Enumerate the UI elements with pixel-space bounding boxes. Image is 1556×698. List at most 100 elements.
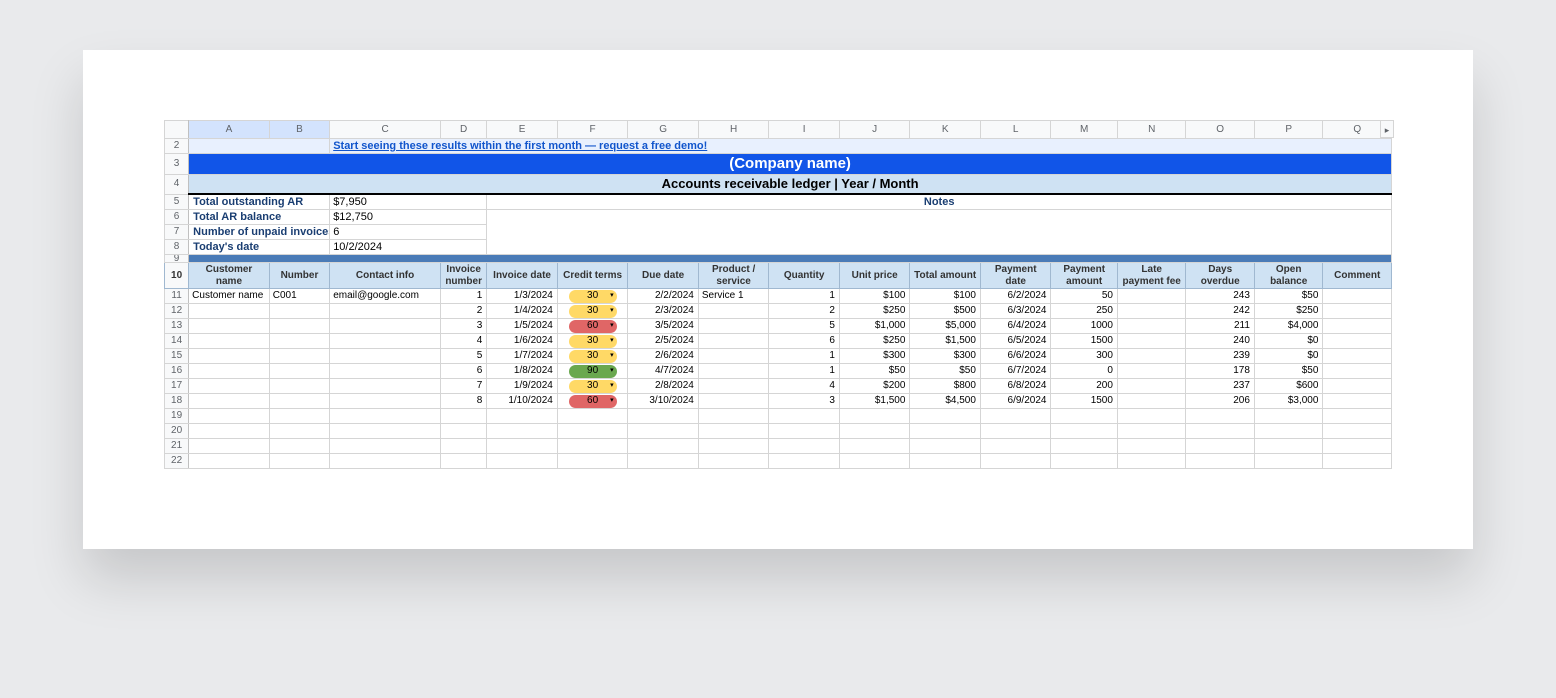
notes-header[interactable]: Notes (487, 194, 1392, 210)
cell-days-overdue[interactable]: 243 (1186, 289, 1255, 304)
cell[interactable] (330, 454, 441, 469)
cell-contact-info[interactable] (330, 394, 441, 409)
cell[interactable] (441, 439, 487, 454)
cell[interactable] (698, 454, 769, 469)
row-header[interactable]: 21 (165, 439, 189, 454)
cell[interactable] (557, 409, 628, 424)
cell-invoice-date[interactable]: 1/6/2024 (487, 334, 558, 349)
cell-open-balance[interactable]: $3,000 (1254, 394, 1323, 409)
cell[interactable] (769, 424, 840, 439)
col-header-P[interactable]: P (1254, 121, 1323, 139)
cell-days-overdue[interactable]: 178 (1186, 364, 1255, 379)
cell-open-balance[interactable]: $0 (1254, 349, 1323, 364)
cell-invoice-number[interactable]: 2 (441, 304, 487, 319)
cell-due-date[interactable]: 2/8/2024 (628, 379, 699, 394)
cell-contact-info[interactable] (330, 304, 441, 319)
cell-invoice-date[interactable]: 1/4/2024 (487, 304, 558, 319)
cell-comment[interactable] (1323, 364, 1392, 379)
unpaid-invoices-label[interactable]: Number of unpaid invoices (189, 225, 330, 240)
cell-invoice-number[interactable]: 8 (441, 394, 487, 409)
cell[interactable] (441, 424, 487, 439)
cell[interactable] (769, 454, 840, 469)
cell-days-overdue[interactable]: 240 (1186, 334, 1255, 349)
cell-comment[interactable] (1323, 334, 1392, 349)
cell-open-balance[interactable]: $50 (1254, 289, 1323, 304)
cell-payment-amount[interactable]: 200 (1051, 379, 1117, 394)
total-outstanding-ar-label[interactable]: Total outstanding AR (189, 194, 330, 210)
cell-invoice-date[interactable]: 1/7/2024 (487, 349, 558, 364)
total-ar-balance-label[interactable]: Total AR balance (189, 210, 330, 225)
cell[interactable] (628, 409, 699, 424)
cell[interactable] (1323, 424, 1392, 439)
cell-total-amount[interactable]: $50 (910, 364, 981, 379)
cell[interactable] (189, 439, 270, 454)
col-header-B[interactable]: B (269, 121, 329, 139)
cell-total-amount[interactable]: $100 (910, 289, 981, 304)
cell-number[interactable] (269, 379, 329, 394)
cell-invoice-date[interactable]: 1/10/2024 (487, 394, 558, 409)
row-header[interactable]: 11 (165, 289, 189, 304)
cell-unit-price[interactable]: $250 (839, 304, 910, 319)
cell-late-payment-fee[interactable] (1117, 349, 1186, 364)
row-header[interactable]: 16 (165, 364, 189, 379)
cell-invoice-number[interactable]: 5 (441, 349, 487, 364)
cell[interactable] (189, 139, 330, 154)
cell-comment[interactable] (1323, 289, 1392, 304)
row-header[interactable]: 12 (165, 304, 189, 319)
todays-date-label[interactable]: Today's date (189, 240, 330, 255)
cell-late-payment-fee[interactable] (1117, 319, 1186, 334)
cell[interactable] (1254, 409, 1323, 424)
cell-contact-info[interactable] (330, 349, 441, 364)
cell[interactable] (557, 454, 628, 469)
cell-credit-terms[interactable]: 90▾ (557, 364, 628, 379)
cell[interactable] (980, 439, 1051, 454)
cell-credit-terms[interactable]: 30▾ (557, 289, 628, 304)
cell-total-amount[interactable]: $500 (910, 304, 981, 319)
cell-payment-amount[interactable]: 300 (1051, 349, 1117, 364)
row-header[interactable]: 19 (165, 409, 189, 424)
cell-credit-terms[interactable]: 60▾ (557, 394, 628, 409)
cell-late-payment-fee[interactable] (1117, 334, 1186, 349)
th-invoice-number[interactable]: Invoice number (441, 263, 487, 289)
th-days-overdue[interactable]: Days overdue (1186, 263, 1255, 289)
row-header[interactable]: 5 (165, 194, 189, 210)
th-contact-info[interactable]: Contact info (330, 263, 441, 289)
cell-customer-name[interactable] (189, 334, 270, 349)
cell[interactable] (487, 409, 558, 424)
th-late-payment-fee[interactable]: Late payment fee (1117, 263, 1186, 289)
row-header[interactable]: 22 (165, 454, 189, 469)
cell[interactable] (910, 424, 981, 439)
cell[interactable] (839, 409, 910, 424)
cell-payment-amount[interactable]: 1000 (1051, 319, 1117, 334)
row-header[interactable]: 20 (165, 424, 189, 439)
unpaid-invoices-value[interactable]: 6 (330, 225, 487, 240)
cell-comment[interactable] (1323, 319, 1392, 334)
cell-days-overdue[interactable]: 242 (1186, 304, 1255, 319)
cell[interactable] (769, 439, 840, 454)
cell-payment-amount[interactable]: 0 (1051, 364, 1117, 379)
cell-contact-info[interactable]: email@google.com (330, 289, 441, 304)
cell-payment-date[interactable]: 6/9/2024 (980, 394, 1051, 409)
cell-customer-name[interactable] (189, 379, 270, 394)
select-all-corner[interactable] (165, 121, 189, 139)
cell[interactable] (1051, 409, 1117, 424)
cell-payment-date[interactable]: 6/7/2024 (980, 364, 1051, 379)
cell-number[interactable] (269, 394, 329, 409)
cell-open-balance[interactable]: $0 (1254, 334, 1323, 349)
cell-product-service[interactable] (698, 394, 769, 409)
cell[interactable] (1186, 454, 1255, 469)
cell-due-date[interactable]: 2/5/2024 (628, 334, 699, 349)
cell-payment-date[interactable]: 6/8/2024 (980, 379, 1051, 394)
cell[interactable] (1254, 439, 1323, 454)
row-header[interactable]: 8 (165, 240, 189, 255)
cell[interactable] (1254, 424, 1323, 439)
cell-due-date[interactable]: 2/3/2024 (628, 304, 699, 319)
cell[interactable] (330, 439, 441, 454)
cell-open-balance[interactable]: $600 (1254, 379, 1323, 394)
cell[interactable] (698, 424, 769, 439)
th-product-service[interactable]: Product / service (698, 263, 769, 289)
cell[interactable] (189, 409, 270, 424)
cell-payment-date[interactable]: 6/3/2024 (980, 304, 1051, 319)
cell-quantity[interactable]: 6 (769, 334, 840, 349)
cell[interactable] (1117, 454, 1186, 469)
